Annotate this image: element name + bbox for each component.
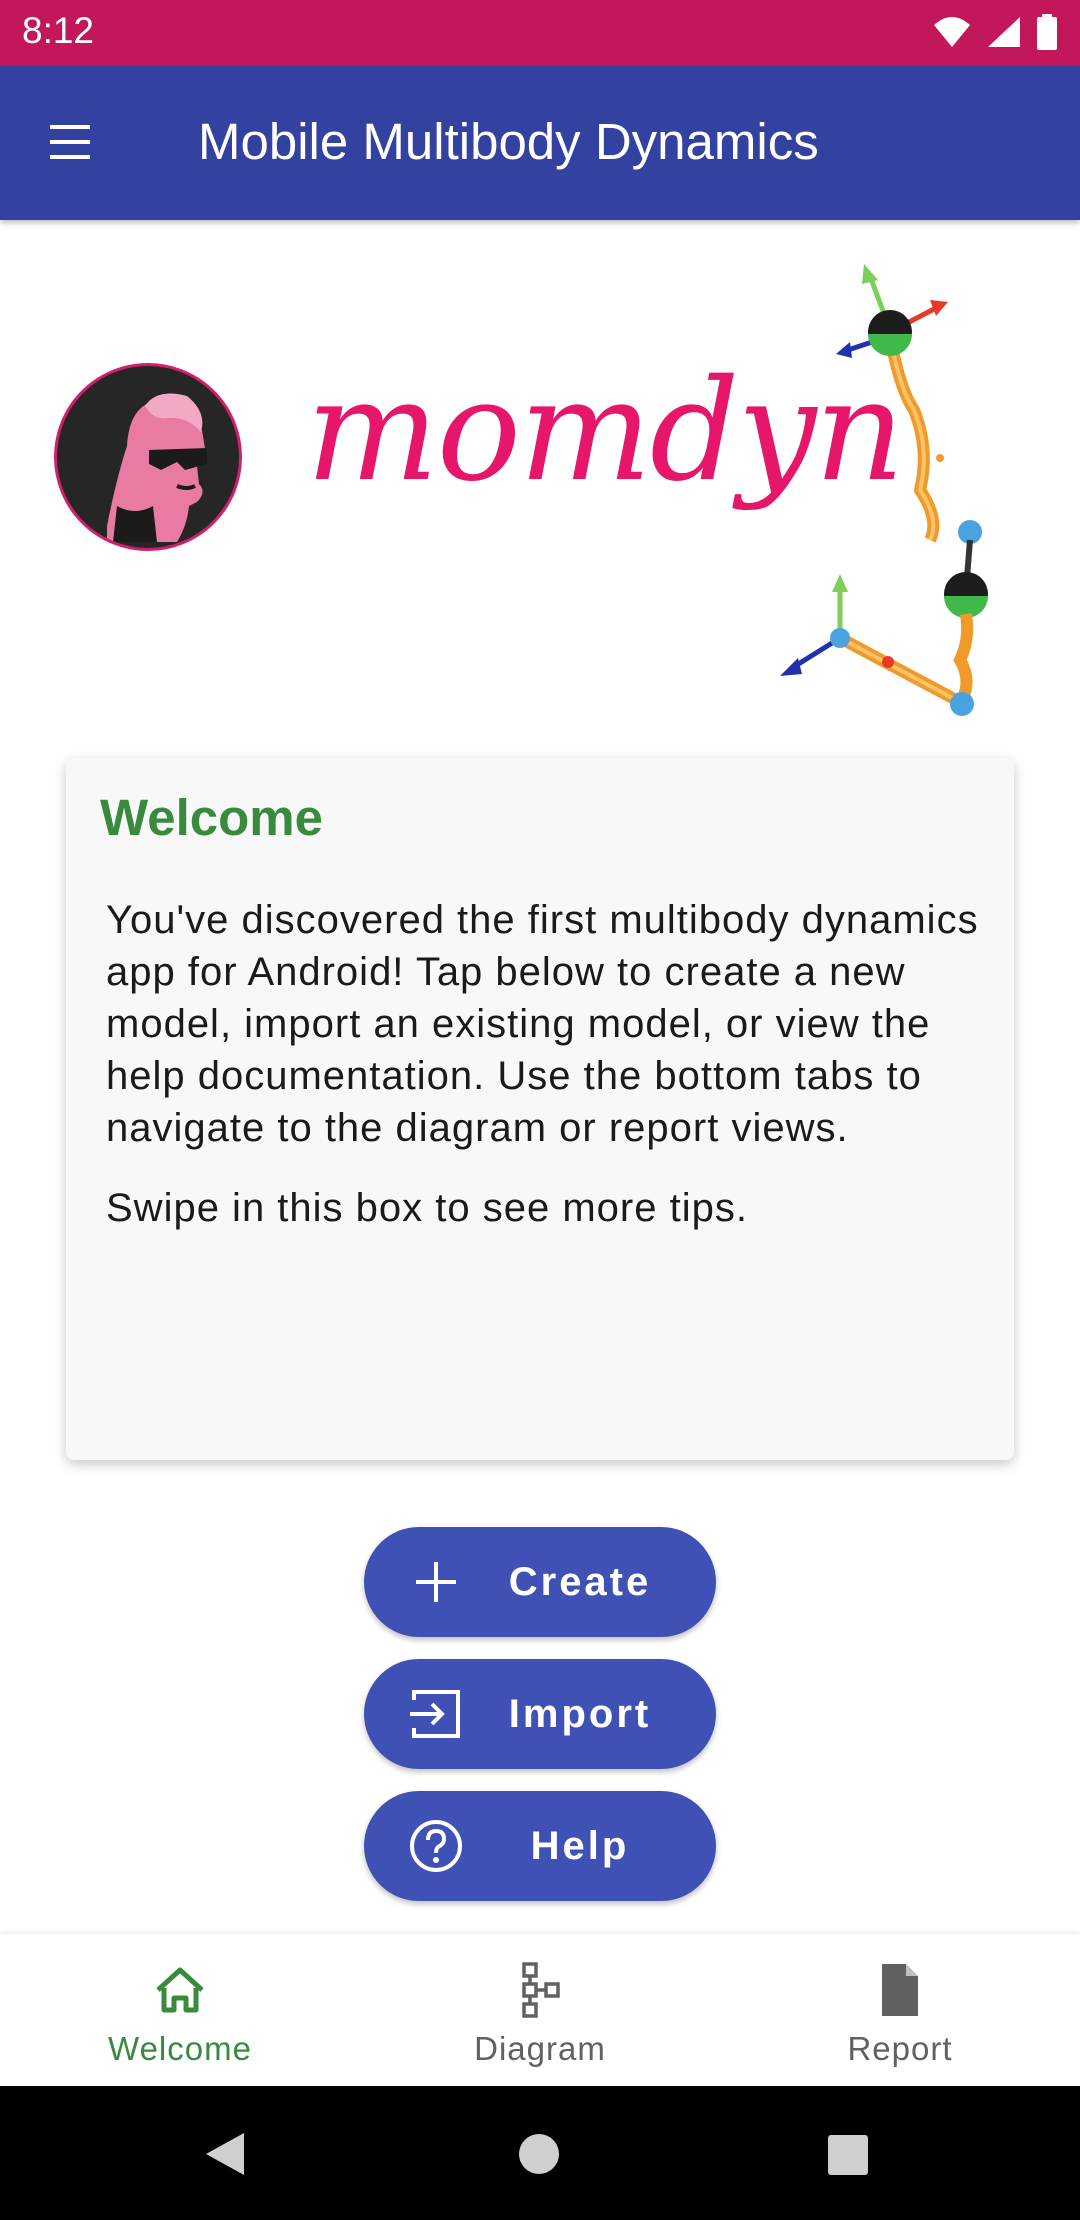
bottom-navigation: Welcome Diagram Report xyxy=(0,1934,1080,2086)
import-label: Import xyxy=(508,1691,652,1736)
app-bar: Mobile Multibody Dynamics xyxy=(0,66,1080,220)
status-time: 8:12 xyxy=(22,10,95,51)
signal-icon xyxy=(988,17,1020,47)
hamburger-menu-icon xyxy=(50,125,90,159)
app-title: Mobile Multibody Dynamics xyxy=(198,113,819,170)
import-button[interactable]: Import xyxy=(364,1659,716,1769)
back-icon[interactable] xyxy=(200,2129,250,2179)
author-avatar xyxy=(54,363,242,551)
home-icon xyxy=(156,1967,204,2013)
tab-welcome-label: Welcome xyxy=(108,2030,252,2067)
battery-icon xyxy=(1037,14,1057,50)
create-button[interactable]: Create xyxy=(364,1527,716,1637)
tab-welcome[interactable]: Welcome xyxy=(0,1934,360,2086)
create-label: Create xyxy=(508,1559,652,1604)
home-circle-icon[interactable] xyxy=(516,2131,562,2177)
wifi-icon xyxy=(934,17,970,47)
system-navigation-bar xyxy=(0,2086,1080,2220)
card-paragraph: Swipe in this box to see more tips. xyxy=(106,1186,748,1230)
tab-report-label: Report xyxy=(847,2030,953,2067)
diagram-icon xyxy=(522,1962,560,2018)
card-paragraph: You've discovered the first multibody dy… xyxy=(106,898,979,1150)
help-button[interactable]: Help xyxy=(364,1791,716,1901)
tab-diagram[interactable]: Diagram xyxy=(360,1934,720,2086)
card-title: Welcome xyxy=(100,789,323,846)
status-bar: 8:12 xyxy=(0,0,1080,66)
status-icons xyxy=(932,14,1058,50)
help-label: Help xyxy=(530,1823,630,1868)
mechanism-illustration xyxy=(780,264,988,716)
report-icon xyxy=(882,1964,918,2016)
welcome-card[interactable]: Welcome You've discovered the first mult… xyxy=(66,758,1014,1460)
menu-button[interactable] xyxy=(40,112,100,172)
logo-area: momdyn xyxy=(0,220,1080,720)
tab-report[interactable]: Report xyxy=(720,1934,1080,2086)
card-body: You've discovered the first multibody dy… xyxy=(106,894,986,1262)
tab-diagram-label: Diagram xyxy=(474,2030,606,2067)
recents-icon[interactable] xyxy=(826,2133,870,2177)
